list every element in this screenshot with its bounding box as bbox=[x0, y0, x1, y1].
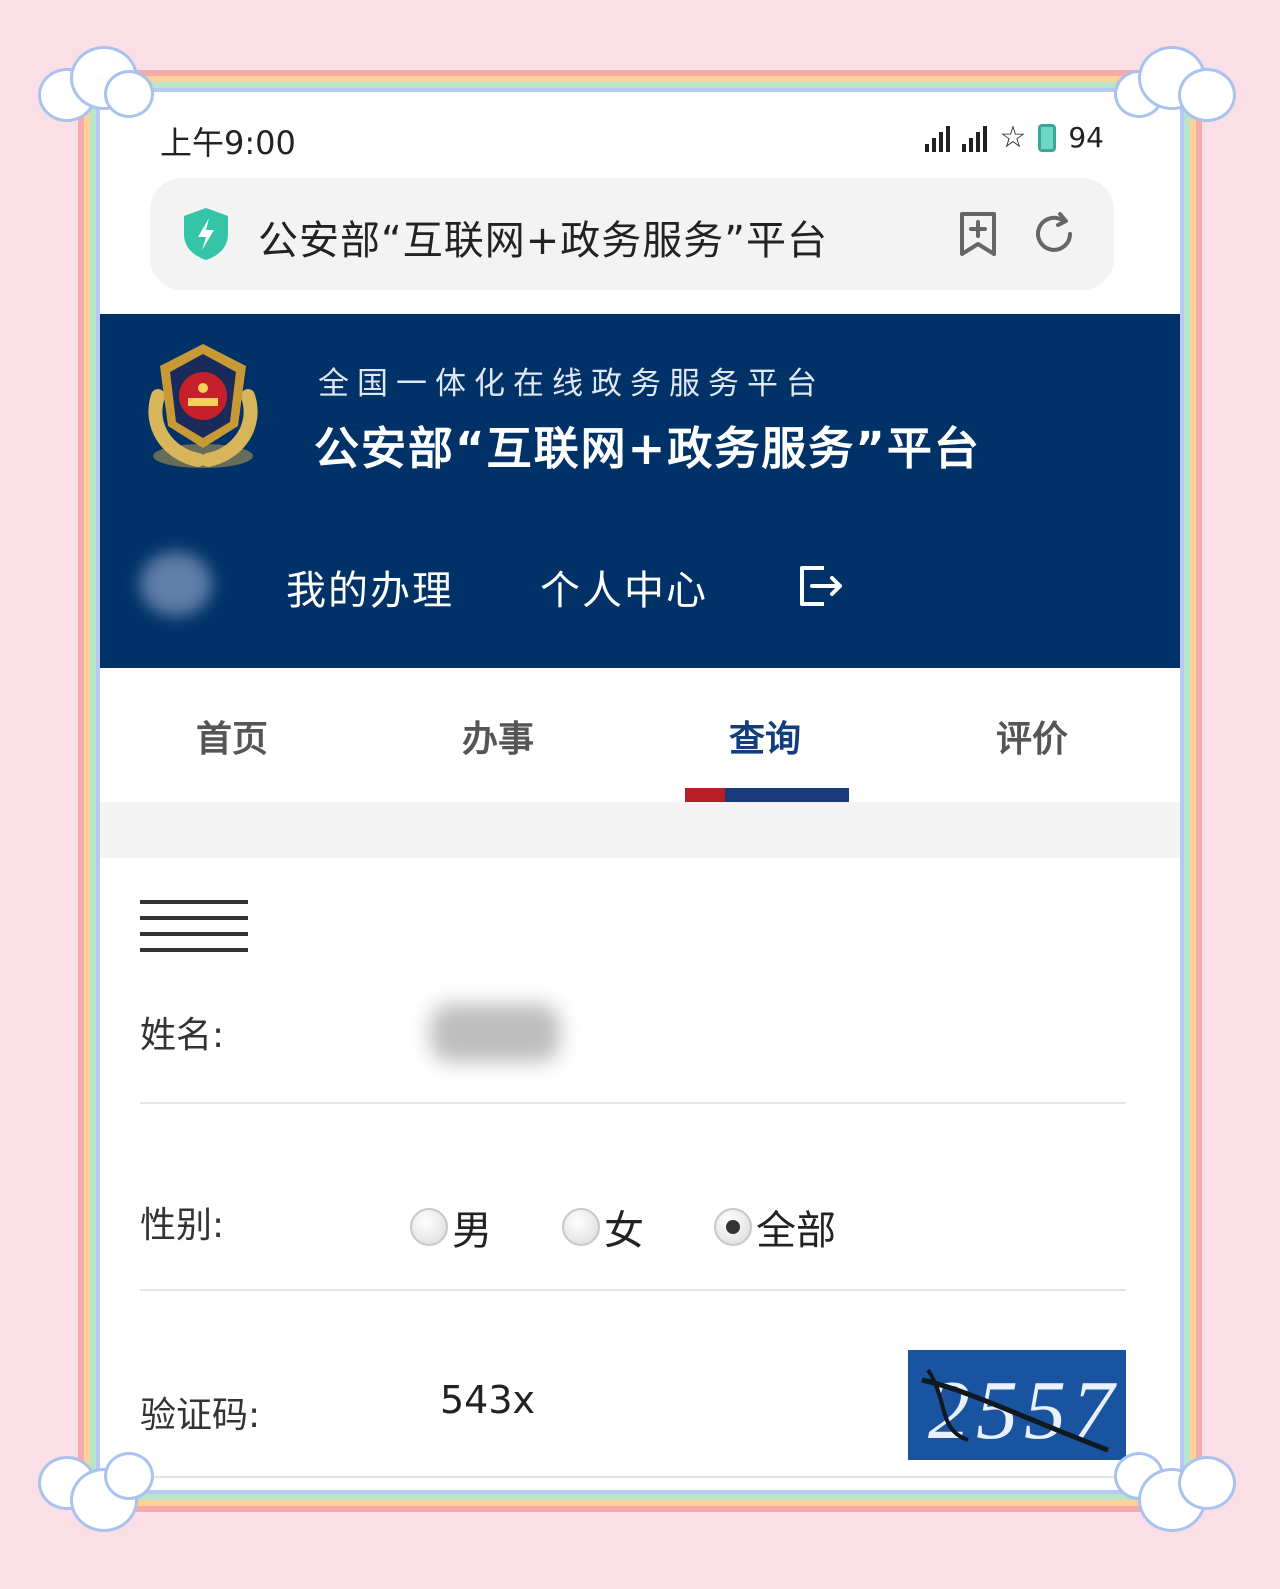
cloud-decoration bbox=[1112, 40, 1236, 130]
name-label: 姓名: bbox=[140, 1015, 225, 1056]
add-bookmark-icon[interactable] bbox=[956, 210, 1000, 262]
signal-icon bbox=[925, 124, 951, 152]
radio-button[interactable] bbox=[562, 1208, 600, 1246]
radio-button-checked[interactable] bbox=[714, 1208, 752, 1246]
header-subtitle: 全国一体化在线政务服务平台 bbox=[318, 366, 825, 402]
avatar[interactable] bbox=[140, 552, 212, 616]
gender-label: 性别: bbox=[140, 1205, 225, 1246]
indicator-accent bbox=[685, 788, 725, 802]
status-icons: ☆ 94 bbox=[925, 120, 1104, 155]
captcha-label: 验证码: bbox=[140, 1395, 261, 1436]
battery-level: 94 bbox=[1068, 121, 1104, 154]
radio-button[interactable] bbox=[410, 1208, 448, 1246]
menu-icon[interactable] bbox=[140, 900, 248, 964]
divider bbox=[140, 1102, 1126, 1104]
name-input[interactable] bbox=[430, 1004, 560, 1062]
cloud-decoration bbox=[30, 40, 154, 130]
refresh-icon[interactable] bbox=[1032, 212, 1076, 260]
cloud-decoration bbox=[30, 1440, 154, 1532]
tab-home[interactable]: 首页 bbox=[132, 710, 332, 762]
radio-label: 全部 bbox=[756, 1208, 836, 1254]
police-emblem-icon bbox=[138, 336, 268, 480]
gender-option-male[interactable]: 男 bbox=[410, 1198, 492, 1256]
my-handling-link[interactable]: 我的办理 bbox=[286, 558, 454, 616]
divider bbox=[140, 1289, 1126, 1291]
gender-option-all[interactable]: 全部 bbox=[714, 1198, 836, 1256]
logout-icon[interactable] bbox=[796, 564, 844, 612]
shield-bolt-icon bbox=[180, 206, 232, 266]
tab-evaluation[interactable]: 评价 bbox=[932, 710, 1132, 762]
gender-option-female[interactable]: 女 bbox=[562, 1198, 644, 1256]
radio-label: 男 bbox=[452, 1208, 492, 1254]
section-divider bbox=[100, 802, 1180, 858]
divider bbox=[140, 1476, 1126, 1478]
captcha-image[interactable]: 2557 bbox=[908, 1350, 1126, 1460]
tab-services[interactable]: 办事 bbox=[398, 710, 598, 762]
captcha-input[interactable]: 543x bbox=[440, 1378, 535, 1422]
site-header: 全国一体化在线政务服务平台 公安部“互联网+政务服务”平台 我的办理 个人中心 bbox=[100, 314, 1180, 668]
active-tab-indicator bbox=[685, 788, 849, 802]
phone-screen: 上午9:00 ☆ 94 公安部“互联网+政务服务”平台 全国一体化在线政务服务平… bbox=[100, 92, 1180, 1490]
address-bar[interactable]: 公安部“互联网+政务服务”平台 bbox=[150, 178, 1114, 290]
star-icon: ☆ bbox=[999, 120, 1027, 155]
status-time: 上午9:00 bbox=[160, 124, 296, 162]
address-title: 公安部“互联网+政务服务”平台 bbox=[258, 218, 828, 264]
status-bar: 上午9:00 ☆ 94 bbox=[100, 92, 1180, 178]
signal-icon bbox=[962, 124, 988, 152]
tab-query[interactable]: 查询 bbox=[665, 710, 865, 762]
battery-icon bbox=[1038, 123, 1057, 152]
main-tabs: 首页 办事 查询 评价 bbox=[100, 668, 1180, 802]
personal-center-link[interactable]: 个人中心 bbox=[540, 558, 708, 616]
header-title: 公安部“互联网+政务服务”平台 bbox=[314, 422, 981, 475]
radio-label: 女 bbox=[604, 1208, 644, 1254]
cloud-decoration bbox=[1112, 1440, 1236, 1532]
